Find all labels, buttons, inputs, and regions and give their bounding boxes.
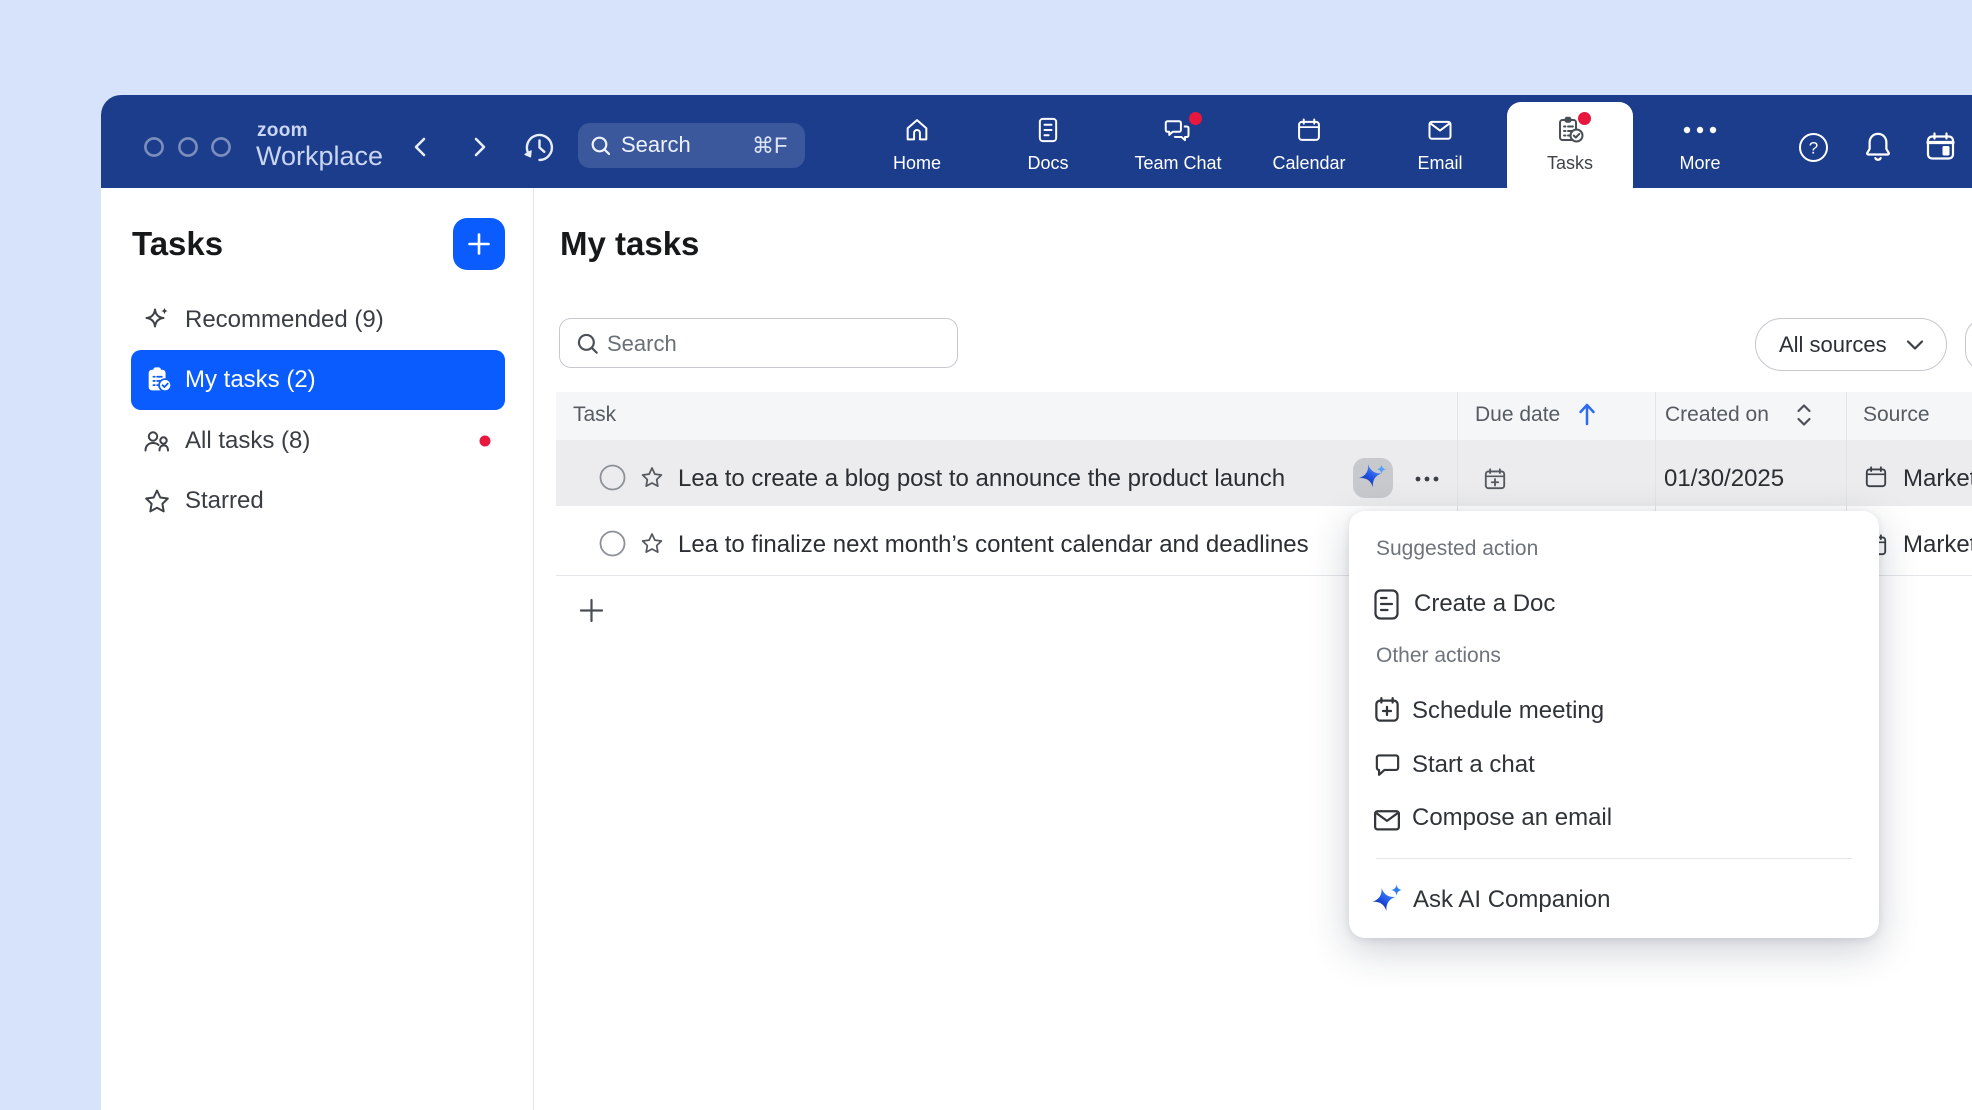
svg-text:?: ? [1809, 139, 1818, 158]
